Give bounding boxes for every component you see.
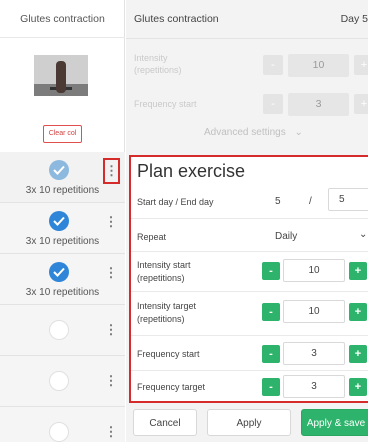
chevron-down-icon[interactable]: ⌄	[359, 229, 367, 240]
ghost-frequency-label: Frequency start	[134, 99, 197, 109]
advanced-settings-label: Advanced settings	[204, 127, 286, 138]
ghost-minus-button[interactable]: -	[263, 55, 283, 75]
divider	[131, 291, 368, 292]
more-options-icon[interactable]: ⋮	[104, 319, 118, 341]
thumbnail-person	[56, 61, 66, 93]
repeat-select[interactable]: Daily	[275, 231, 297, 242]
advanced-settings-toggle[interactable]: Advanced settings ⌄	[204, 127, 303, 138]
plan-exercise-dialog: Plan exercise Start day / End day 5 / 5 …	[129, 155, 368, 403]
divider	[131, 370, 368, 371]
row-label: 3x 10 repetitions	[25, 287, 100, 298]
row-label: 3x 10 repetitions	[25, 236, 100, 247]
exercise-thumbnail[interactable]	[34, 55, 88, 96]
intensity-start-plus-button[interactable]: +	[349, 262, 367, 280]
day-row[interactable]: ⋮	[0, 356, 125, 407]
apply-button[interactable]: Apply	[207, 409, 291, 436]
empty-circle-icon[interactable]	[49, 320, 69, 340]
checkmark-icon[interactable]	[49, 262, 69, 282]
intensity-start-minus-button[interactable]: -	[262, 262, 280, 280]
more-options-icon[interactable]: ⋮	[104, 421, 118, 442]
more-options-icon[interactable]: ⋮	[103, 158, 120, 184]
ghost-plus-button[interactable]: +	[354, 55, 368, 75]
row-label: 3x 10 repetitions	[25, 185, 100, 196]
intensity-target-minus-button[interactable]: -	[262, 303, 280, 321]
ghost-plus-button[interactable]: +	[354, 94, 368, 114]
frequency-start-minus-button[interactable]: -	[262, 345, 280, 363]
checkmark-icon[interactable]	[49, 211, 69, 231]
frequency-target-label: Frequency target	[137, 382, 206, 392]
frequency-start-label: Frequency start	[137, 349, 200, 359]
checkmark-icon[interactable]	[49, 160, 69, 180]
day-row[interactable]: ⋮ 3x 10 repetitions	[0, 152, 125, 203]
end-day-input[interactable]: 5	[328, 188, 368, 211]
exercise-settings-panel: Glutes contraction Day 5 Intensity (repe…	[126, 0, 368, 442]
header-divider	[126, 38, 368, 39]
day-row[interactable]: ⋮ 3x 10 repetitions	[0, 254, 125, 305]
cancel-button[interactable]: Cancel	[133, 409, 197, 436]
day-row[interactable]: ⋮ 3x 10 repetitions	[0, 203, 125, 254]
clear-column-button[interactable]: Clear col	[43, 125, 82, 143]
divider	[131, 335, 368, 336]
ghost-minus-button[interactable]: -	[263, 94, 283, 114]
ghost-frequency-value[interactable]: 3	[288, 93, 349, 116]
apply-and-save-button[interactable]: Apply & save	[301, 409, 368, 436]
repeat-label: Repeat	[137, 232, 167, 242]
intensity-target-plus-button[interactable]: +	[349, 303, 367, 321]
empty-circle-icon[interactable]	[49, 422, 69, 442]
frequency-target-minus-button[interactable]: -	[262, 378, 280, 396]
start-day-value[interactable]: 5	[275, 196, 281, 207]
divider	[131, 218, 368, 219]
day-label: Day 5	[340, 13, 368, 25]
intensity-start-label: Intensity start (repetitions)	[137, 260, 191, 283]
slash-separator: /	[309, 196, 312, 207]
day-row[interactable]: ⋮	[0, 305, 125, 356]
more-options-icon[interactable]: ⋮	[104, 211, 118, 233]
more-options-icon[interactable]: ⋮	[104, 262, 118, 284]
empty-circle-icon[interactable]	[49, 371, 69, 391]
ghost-intensity-value[interactable]: 10	[288, 54, 349, 77]
start-end-label: Start day / End day	[137, 197, 214, 207]
more-options-icon[interactable]: ⋮	[104, 370, 118, 392]
frequency-target-input[interactable]: 3	[283, 375, 345, 398]
divider	[131, 251, 368, 252]
intensity-target-label: Intensity target (repetitions)	[137, 301, 197, 324]
day-rows: ⋮ 3x 10 repetitions ⋮ 3x 10 repetitions …	[0, 152, 125, 442]
exercise-column: Glutes contraction Clear col ⋮ 3x 10 rep…	[0, 0, 125, 442]
intensity-start-input[interactable]: 10	[283, 259, 345, 282]
panel-title: Glutes contraction	[134, 13, 219, 25]
ghost-intensity-label: Intensity (repetitions)	[134, 53, 182, 75]
frequency-start-plus-button[interactable]: +	[349, 345, 367, 363]
frequency-target-plus-button[interactable]: +	[349, 378, 367, 396]
day-row[interactable]: ⋮	[0, 407, 125, 442]
plan-heading: Plan exercise	[137, 161, 246, 181]
chevron-down-icon: ⌄	[294, 127, 303, 138]
exercise-column-title: Glutes contraction	[0, 0, 125, 38]
intensity-target-input[interactable]: 10	[283, 300, 345, 323]
frequency-start-input[interactable]: 3	[283, 342, 345, 365]
